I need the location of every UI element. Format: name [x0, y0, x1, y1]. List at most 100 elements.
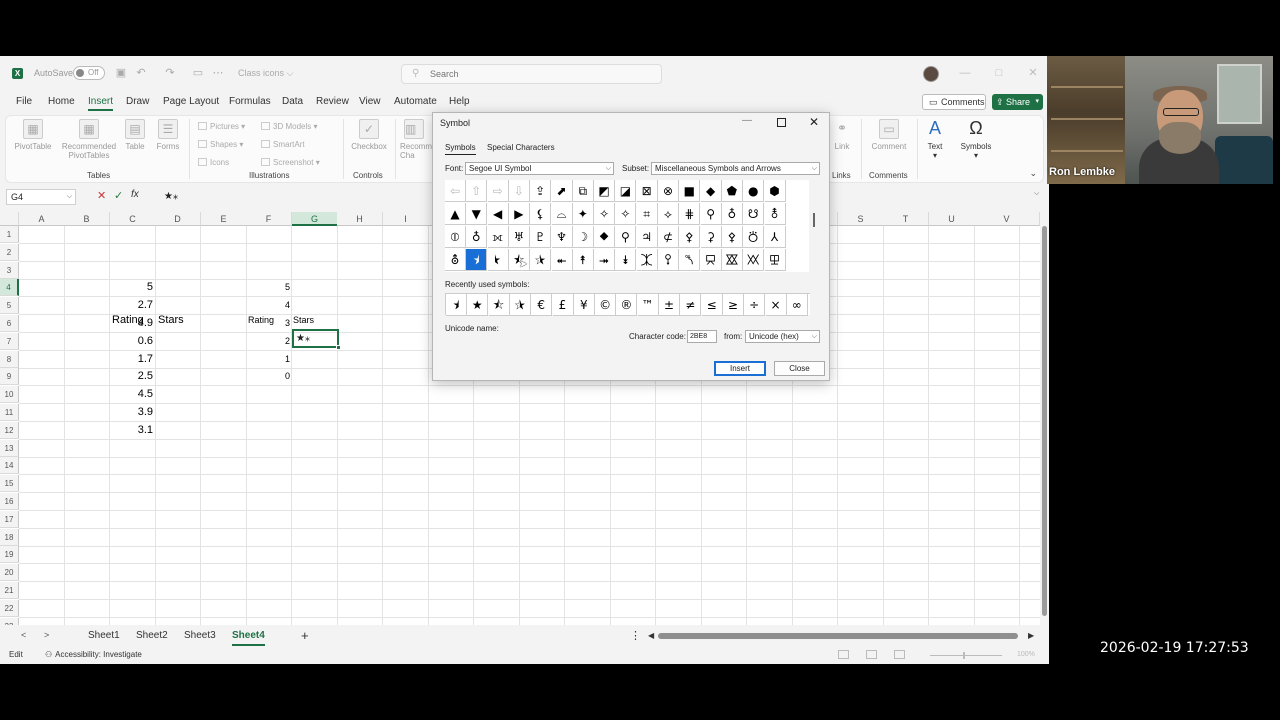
column-header-e[interactable]: E [201, 212, 247, 226]
symbol-cell[interactable]: ⯳ [700, 249, 722, 271]
recent-symbol-cell[interactable]: ± [659, 294, 680, 316]
row-header-12[interactable]: 12 [0, 421, 19, 439]
cell-f5[interactable]: 4 [246, 297, 290, 314]
zoom-slider[interactable] [930, 652, 1002, 659]
recommended-charts-button[interactable]: ▥ Recomm Cha [400, 119, 432, 160]
maximize-icon[interactable]: □ [992, 66, 1006, 80]
row-header-9[interactable]: 9 [0, 368, 19, 386]
symbol-cell[interactable]: ◀ [487, 203, 509, 225]
prev-sheet-icon[interactable]: < [21, 630, 26, 640]
cell-f9[interactable]: 0 [246, 368, 290, 385]
scroll-left-icon[interactable]: ◀ [648, 631, 654, 640]
tab-automate[interactable]: Automate [394, 96, 437, 107]
symbol-cell[interactable]: ⇨ [487, 180, 509, 202]
row-header-21[interactable]: 21 [0, 582, 19, 599]
share-button[interactable]: ⇪ Share ▾ [992, 94, 1043, 110]
symbol-cell[interactable]: ⚳ [700, 226, 722, 248]
symbol-cell[interactable]: ▲ [445, 203, 466, 225]
cell-f8[interactable]: 1 [246, 351, 290, 368]
column-header-t[interactable]: T [883, 212, 929, 226]
redo-icon[interactable]: ↷ [164, 67, 176, 79]
column-header-d[interactable]: D [155, 212, 201, 226]
symbol-cell[interactable]: ☽ [572, 226, 594, 248]
symbol-cell[interactable]: ⯨ [466, 249, 488, 271]
column-header-a[interactable]: A [19, 212, 65, 226]
cell-g3[interactable]: Stars [293, 312, 314, 329]
symbol-cell[interactable]: ⯫ [530, 249, 552, 271]
symbol-cell[interactable]: ⦶ [445, 226, 466, 248]
shapes-button[interactable]: Shapes ▾ [198, 140, 243, 149]
cell-c5[interactable]: 2.7 [110, 297, 153, 314]
symbol-cell[interactable]: ♃ [636, 226, 658, 248]
icons-button[interactable]: Icons [198, 158, 229, 167]
symbol-cell[interactable]: ◩ [594, 180, 616, 202]
form-icon[interactable]: ▭ [192, 67, 204, 79]
maximize-icon[interactable] [777, 118, 786, 127]
cancel-entry-icon[interactable]: ✕ [97, 189, 106, 202]
symbol-cell[interactable]: ⇩ [508, 180, 530, 202]
undo-icon[interactable]: ↶ [135, 67, 147, 79]
symbol-cell[interactable]: ⯶ [764, 249, 786, 271]
avatar[interactable] [923, 66, 939, 82]
row-header-23[interactable]: 23 [0, 617, 19, 625]
symbol-cell[interactable]: ⅄ [764, 226, 786, 248]
symbol-cell[interactable]: ⟡ [658, 203, 679, 225]
row-header-11[interactable]: 11 [0, 404, 19, 421]
symbol-cell[interactable]: ⛣ [743, 226, 765, 248]
symbol-cell[interactable]: ⊠ [636, 180, 658, 202]
cell-f6[interactable]: 3 [246, 315, 290, 332]
recent-symbol-cell[interactable]: × [765, 294, 787, 316]
sheet-tab-sheet4[interactable]: Sheet4 [232, 630, 265, 646]
more-options-icon[interactable]: ⋮ [630, 629, 641, 642]
collapse-ribbon-icon[interactable]: ⌄ [1029, 168, 1037, 179]
symbol-cell[interactable]: ♁ [721, 203, 743, 225]
pivottable-button[interactable]: ▦ PivotTable [10, 119, 56, 151]
sheet-tab-sheet1[interactable]: Sheet1 [88, 630, 120, 641]
minimize-icon[interactable]: — [742, 115, 752, 126]
select-all-corner[interactable] [0, 212, 19, 226]
recent-symbol-cell[interactable]: ★ [467, 294, 489, 316]
recent-symbol-cell[interactable]: ≠ [680, 294, 702, 316]
font-select[interactable]: Segoe UI Symbol ⌵ [465, 162, 614, 175]
recent-symbol-cell[interactable]: ≥ [722, 294, 744, 316]
cell-c7[interactable]: 0.6 [110, 333, 153, 350]
row-header-18[interactable]: 18 [0, 528, 19, 546]
checkbox-button[interactable]: ✓ Checkbox [346, 119, 392, 151]
close-window-icon[interactable]: ✕ [1026, 66, 1040, 80]
symbol-cell[interactable]: ⬟ [721, 180, 743, 202]
symbol-cell[interactable]: ⌗ [636, 203, 658, 225]
recent-symbol-cell[interactable]: € [531, 294, 553, 316]
tab-page-layout[interactable]: Page Layout [163, 96, 219, 107]
tab-view[interactable]: View [359, 96, 381, 107]
tab-symbols[interactable]: Symbols [445, 143, 476, 155]
symbol-cell[interactable]: ⚲ [615, 226, 637, 248]
minimize-icon[interactable]: — [958, 66, 972, 80]
symbol-cell[interactable]: ⯁ [594, 226, 616, 248]
tab-data[interactable]: Data [282, 96, 303, 107]
sheet-tab-sheet2[interactable]: Sheet2 [136, 630, 168, 641]
row-header-17[interactable]: 17 [0, 510, 19, 528]
column-header-v[interactable]: V [974, 212, 1040, 226]
next-sheet-icon[interactable]: > [44, 630, 49, 640]
row-header-16[interactable]: 16 [0, 493, 19, 510]
recent-symbol-cell[interactable]: © [595, 294, 617, 316]
forms-button[interactable]: ☰ Forms [148, 119, 188, 151]
symbol-cell[interactable]: ⚴ [679, 226, 701, 248]
symbol-cell[interactable]: ⚲ [700, 203, 722, 225]
row-header-3[interactable]: 3 [0, 261, 19, 279]
link-button[interactable]: ⚭ Link [829, 119, 855, 151]
recent-symbol-cell[interactable]: ∞ [786, 294, 808, 316]
document-title[interactable]: Class icons ⌵ [238, 68, 293, 79]
symbol-cell[interactable]: ⬈ [551, 180, 573, 202]
cell-c12[interactable]: 3.1 [110, 422, 153, 439]
confirm-entry-icon[interactable]: ✓ [114, 189, 123, 202]
row-header-5[interactable]: 5 [0, 297, 19, 315]
symbol-cell[interactable]: ⧉ [572, 180, 594, 202]
symbol-cell[interactable]: ⇧ [466, 180, 488, 202]
tab-draw[interactable]: Draw [126, 96, 149, 107]
symbol-cell[interactable]: ⚨ [764, 203, 786, 225]
recent-symbol-cell[interactable]: ÷ [744, 294, 766, 316]
symbol-cell[interactable]: ⯵ [743, 249, 765, 271]
row-header-15[interactable]: 15 [0, 475, 19, 493]
row-header-6[interactable]: 6 [0, 315, 19, 332]
